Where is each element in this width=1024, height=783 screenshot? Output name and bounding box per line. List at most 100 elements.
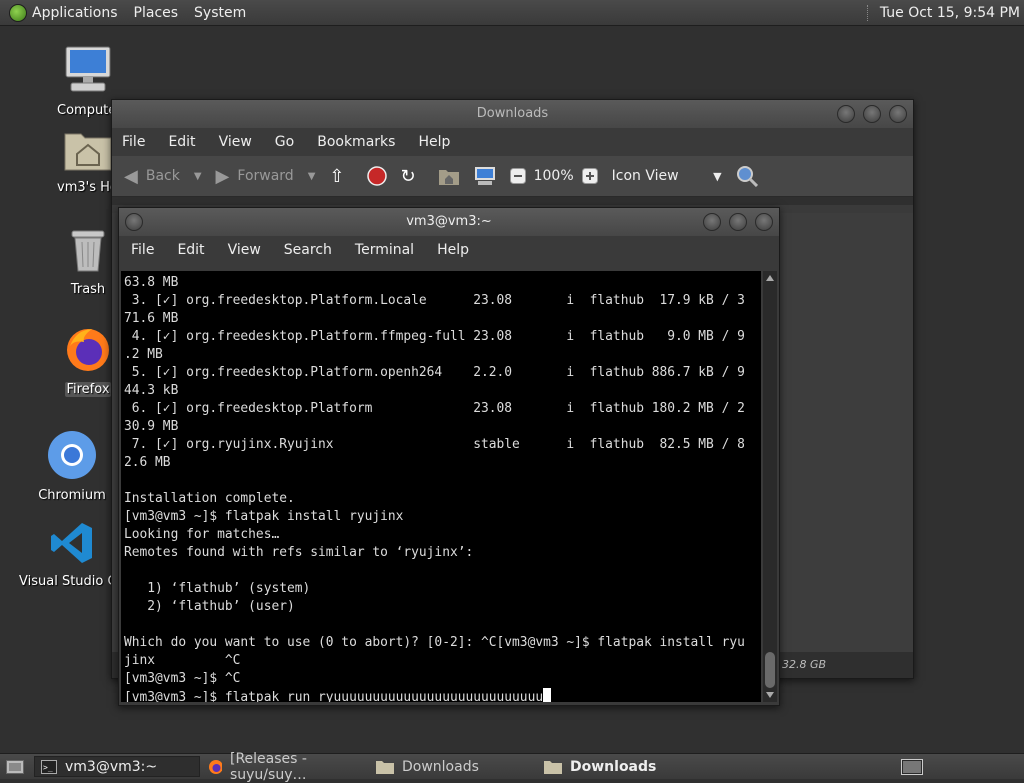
zoom-in-icon xyxy=(581,168,598,184)
taskbar-item-downloads[interactable]: Downloads xyxy=(370,756,536,777)
terminal-line: Remotes found with refs similar to ‘ryuj… xyxy=(124,545,474,560)
minimize-button[interactable] xyxy=(837,105,855,123)
forward-history-dropdown-icon[interactable]: ▼ xyxy=(308,171,316,182)
terminal-line: 6. [✓] org.freedesktop.Platform 23.08 i … xyxy=(124,401,745,416)
terminal-line: [vm3@vm3 ~]$ ^C xyxy=(124,671,241,686)
top-panel: Applications Places System Tue Oct 15, 9… xyxy=(0,0,1024,26)
menu-view[interactable]: View xyxy=(219,134,252,150)
terminal-line: 4. [✓] org.freedesktop.Platform.ffmpeg-f… xyxy=(124,329,745,344)
terminal-cursor xyxy=(543,688,552,702)
scroll-down-icon[interactable] xyxy=(766,692,774,698)
zoom-level[interactable]: 100% xyxy=(534,168,574,184)
zoom-out-icon xyxy=(509,168,526,184)
up-arrow-icon: ⇧ xyxy=(329,165,345,187)
file-manager-titlebar[interactable]: Downloads xyxy=(112,100,913,128)
terminal-scrollbar[interactable] xyxy=(763,271,777,702)
distro-logo-icon[interactable] xyxy=(9,3,27,22)
menu-search[interactable]: Search xyxy=(284,242,332,258)
terminal-line: 2.6 MB xyxy=(124,455,171,470)
terminal-line: jinx ^C xyxy=(124,653,241,668)
terminal-line: 44.3 kB xyxy=(124,383,179,398)
minimize-button[interactable] xyxy=(703,213,721,231)
terminal-line: [vm3@vm3 ~]$ flatpak install ryujinx xyxy=(124,509,404,524)
close-button[interactable] xyxy=(755,213,773,231)
file-manager-toolbar: ◀ Back ▼ ▶ Forward ▼ ⇧ ↻ 100% Icon View … xyxy=(112,156,913,197)
scrollbar-thumb[interactable] xyxy=(765,652,775,688)
file-manager-menubar: File Edit View Go Bookmarks Help xyxy=(112,128,913,156)
taskbar-item-firefox[interactable]: [Releases - suyu/suy… xyxy=(202,751,368,783)
system-menu[interactable]: System xyxy=(194,5,246,21)
taskbar-item-downloads-2[interactable]: Downloads xyxy=(538,756,704,777)
terminal-line: [vm3@vm3 ~]$ flatpak run ryuuuuuuuuuuuuu… xyxy=(124,690,544,702)
menu-edit[interactable]: Edit xyxy=(177,242,204,258)
workspace-switcher[interactable] xyxy=(898,756,926,777)
bottom-panel: >_ vm3@vm3:~ [Releases - suyu/suy… Downl… xyxy=(0,751,1024,783)
firefox-icon xyxy=(209,759,222,774)
menu-bookmarks[interactable]: Bookmarks xyxy=(317,134,395,150)
location-bar xyxy=(112,197,913,205)
back-history-dropdown-icon[interactable]: ▼ xyxy=(194,171,202,182)
maximize-button[interactable] xyxy=(729,213,747,231)
zoom-out-button[interactable] xyxy=(509,168,526,184)
menu-go[interactable]: Go xyxy=(275,134,294,150)
menu-file[interactable]: File xyxy=(131,242,154,258)
terminal-line: Installation complete. xyxy=(124,491,295,506)
terminal-line: 2) ‘flathub’ (user) xyxy=(124,599,295,614)
close-button[interactable] xyxy=(889,105,907,123)
home-button[interactable] xyxy=(438,166,460,186)
menu-edit[interactable]: Edit xyxy=(168,134,195,150)
menu-help[interactable]: Help xyxy=(418,134,450,150)
vscode-icon xyxy=(51,523,92,563)
taskbar-item-terminal[interactable]: >_ vm3@vm3:~ xyxy=(34,756,200,777)
stop-icon xyxy=(366,166,387,186)
search-icon xyxy=(736,166,758,187)
terminal-line: 7. [✓] org.ryujinx.Ryujinx stable i flat… xyxy=(124,437,745,452)
folder-icon xyxy=(376,760,394,774)
terminal-line: 30.9 MB xyxy=(124,419,179,434)
view-mode-select[interactable]: Icon View ▼ xyxy=(612,168,722,184)
terminal-titlebar[interactable]: vm3@vm3:~ xyxy=(119,208,779,236)
clock[interactable]: Tue Oct 15, 9:54 PM xyxy=(880,5,1020,21)
menu-view[interactable]: View xyxy=(228,242,261,258)
reload-button[interactable]: ↻ xyxy=(401,166,424,187)
terminal-output: 63.8 MB 3. [✓] org.freedesktop.Platform.… xyxy=(121,271,761,702)
back-arrow-icon: ◀ xyxy=(124,165,138,187)
terminal-line: Which do you want to use (0 to abort)? [… xyxy=(124,635,745,650)
desktop-icon-label: Firefox xyxy=(65,382,111,397)
zoom-in-button[interactable] xyxy=(581,168,598,184)
terminal-line: 63.8 MB xyxy=(124,275,179,290)
firefox-icon xyxy=(67,329,109,371)
view-mode-value: Icon View xyxy=(611,168,679,184)
taskbar-item-label: Downloads xyxy=(570,758,657,775)
terminal-window: vm3@vm3:~ File Edit View Search Terminal… xyxy=(118,207,780,706)
stop-button[interactable] xyxy=(366,166,387,186)
menu-file[interactable]: File xyxy=(122,134,145,150)
maximize-button[interactable] xyxy=(863,105,881,123)
folder-icon xyxy=(544,760,562,774)
terminal-icon: >_ xyxy=(41,759,57,774)
show-desktop-button[interactable] xyxy=(2,756,30,777)
computer-button[interactable] xyxy=(474,166,496,186)
places-menu[interactable]: Places xyxy=(134,5,179,21)
terminal-line: 3. [✓] org.freedesktop.Platform.Locale 2… xyxy=(124,293,745,308)
panel-separator xyxy=(866,4,870,21)
reload-icon: ↻ xyxy=(400,165,416,187)
search-button[interactable] xyxy=(736,165,758,187)
terminal-screen[interactable]: 63.8 MB 3. [✓] org.freedesktop.Platform.… xyxy=(121,271,761,702)
desktop-icon-label: vm3's Home xyxy=(57,180,115,195)
chromium-icon xyxy=(48,431,96,479)
terminal-line: Looking for matches… xyxy=(124,527,280,542)
up-button[interactable]: ⇧ xyxy=(329,166,352,187)
back-label: Back xyxy=(145,168,180,184)
terminal-line: 71.6 MB xyxy=(124,311,179,326)
applications-menu[interactable]: Applications xyxy=(32,5,118,21)
scroll-up-icon[interactable] xyxy=(766,275,774,281)
free-space-label: 32.8 GB xyxy=(782,658,827,671)
trash-icon xyxy=(71,230,105,272)
terminal-line: 1) ‘flathub’ (system) xyxy=(124,581,311,596)
menu-help[interactable]: Help xyxy=(437,242,469,258)
back-button[interactable]: ◀ Back ▼ xyxy=(124,166,202,187)
menu-terminal[interactable]: Terminal xyxy=(355,242,414,258)
forward-button[interactable]: ▶ Forward ▼ xyxy=(216,166,316,187)
desktop-icon-label: Computer xyxy=(57,103,115,118)
